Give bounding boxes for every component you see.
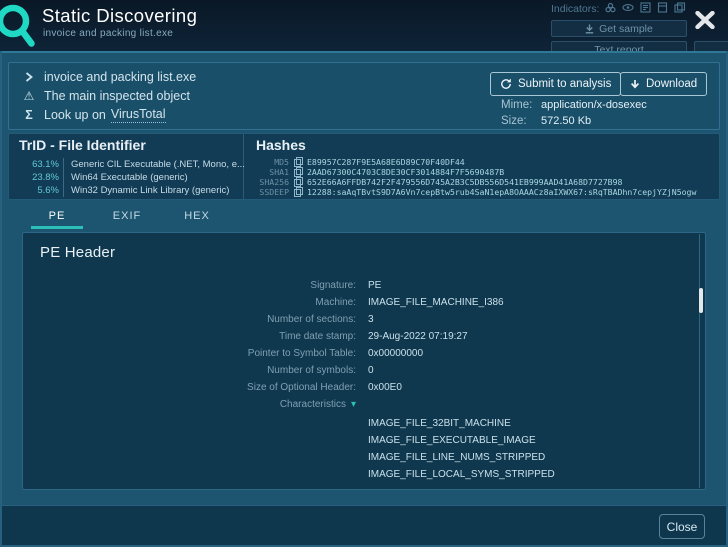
mime-label: Mime: [501, 99, 535, 111]
pe-row-characteristics[interactable]: Characteristics ▾ [23, 396, 705, 413]
chevron-down-icon: ▾ [351, 399, 356, 410]
pe-row-number-of-symbols: Number of symbols: 0 [23, 362, 705, 379]
characteristic-item: IMAGE_FILE_LINE_NUMS_STRIPPED [368, 452, 555, 469]
copy-icon[interactable] [294, 177, 303, 187]
pe-row-machine: Machine: IMAGE_FILE_MACHINE_I386 [23, 294, 705, 311]
copy-icon[interactable] [294, 157, 303, 167]
hash-row-sha1: SHA1 2AAD67300C4703C8DE30CF3014884F7F569… [247, 167, 696, 177]
close-button[interactable]: Close [659, 514, 705, 539]
dialog-title: Static Discovering [42, 5, 197, 27]
refresh-icon [500, 78, 512, 90]
virustotal-lookup-row[interactable]: Σ Look up on VirusTotal [22, 106, 166, 124]
indicators-row: Indicators: [551, 2, 686, 15]
report-list-icon [640, 0, 651, 18]
trid-row: 23.8% Win64 Executable (generic) [9, 171, 245, 184]
characteristic-item: IMAGE_FILE_LOCAL_SYMS_STRIPPED [368, 469, 555, 486]
copy-icon[interactable] [294, 167, 303, 177]
pe-row-signature: Signature: PE [23, 277, 705, 294]
close-dialog-x-icon[interactable] [695, 11, 715, 34]
mime-value: application/x-dosexec [541, 99, 647, 111]
tab-hex[interactable]: HEX [162, 205, 232, 229]
size-value: 572.50 Kb [541, 115, 591, 127]
dialog-footer: Close [0, 505, 728, 547]
size-label: Size: [501, 115, 535, 127]
trid-row: 5.6% Win32 Dynamic Link Library (generic… [9, 184, 245, 197]
hashes-title: Hashes [256, 137, 306, 153]
virustotal-icon: Σ [22, 109, 36, 122]
hash-row-md5: MD5 E89957C287F9E5A68E6D89C70F40DF44 [247, 157, 696, 167]
characteristics-list: IMAGE_FILE_32BIT_MACHINE IMAGE_FILE_EXEC… [368, 418, 555, 486]
download-arrow-icon [630, 79, 640, 90]
identification-panel: TrID - File Identifier 63.1% Generic CIL… [8, 133, 720, 200]
pe-row-time-date-stamp: Time date stamp: 29-Aug-2022 07:19:27 [23, 328, 705, 345]
copy-files-icon [674, 0, 686, 18]
pe-row-size-optional-header: Size of Optional Header: 0x00E0 [23, 379, 705, 396]
active-tab-underline [31, 226, 83, 229]
hash-row-sha256: SHA256 652E66A6FFDB742F2F479556D745A2B3C… [247, 177, 696, 187]
size-row: Size: 572.50 Kb [501, 114, 591, 128]
pe-row-number-of-sections: Number of sections: 3 [23, 311, 705, 328]
submit-to-analysis-button[interactable]: Submit to analysis [490, 72, 621, 96]
tab-exif[interactable]: EXIF [92, 205, 162, 229]
chevron-right-icon [22, 72, 36, 82]
text-file-icon [657, 0, 668, 18]
inspected-object-row: ⚠ The main inspected object [22, 87, 190, 105]
modal-left-border [0, 51, 2, 547]
dialog-header: Static Discovering invoice and packing l… [0, 0, 728, 53]
characteristics-label: Characteristics [280, 399, 346, 410]
copy-icon[interactable] [294, 187, 303, 197]
inspected-object-text: The main inspected object [44, 89, 190, 103]
download-to-line-icon [585, 24, 594, 34]
file-name-row[interactable]: invoice and packing list.exe [22, 68, 196, 86]
lookup-text: Look up on [44, 108, 106, 122]
get-sample-button[interactable]: Get sample [551, 20, 687, 37]
trid-title: TrID - File Identifier [19, 137, 146, 153]
warning-triangle-icon: ⚠ [22, 90, 36, 102]
virustotal-link[interactable]: VirusTotal [111, 107, 166, 123]
characteristic-item: IMAGE_FILE_32BIT_MACHINE [368, 418, 555, 435]
pe-row-pointer-symbol-table: Pointer to Symbol Table: 0x00000000 [23, 345, 705, 362]
mime-row: Mime: application/x-dosexec [501, 98, 647, 112]
tab-pe[interactable]: PE [22, 205, 92, 229]
hash-row-ssdeep: SSDEEP 12288:saAqTBvtS9D7A6Vn7cepBtw5rub… [247, 187, 696, 197]
download-button[interactable]: Download [620, 72, 707, 96]
magnifier-logo-icon [0, 2, 40, 56]
scrollbar-thumb[interactable] [699, 288, 703, 313]
pe-header-title: PE Header [40, 244, 115, 261]
indicators-label: Indicators: [551, 3, 599, 15]
file-name-text: invoice and packing list.exe [44, 70, 196, 84]
trid-rows: 63.1% Generic CIL Executable (.NET, Mono… [9, 158, 245, 197]
eye-icon [622, 0, 634, 18]
file-info-panel: invoice and packing list.exe ⚠ The main … [8, 62, 720, 130]
trid-row: 63.1% Generic CIL Executable (.NET, Mono… [9, 158, 245, 171]
tab-bar: PE EXIF HEX [22, 205, 232, 229]
characteristic-item: IMAGE_FILE_EXECUTABLE_IMAGE [368, 435, 555, 452]
biohazard-icon [605, 0, 616, 18]
dialog-subtitle-filename: invoice and packing list.exe [43, 28, 173, 39]
pe-header-panel: PE Header Signature: PE Machine: IMAGE_F… [22, 232, 706, 490]
pe-header-rows: Signature: PE Machine: IMAGE_FILE_MACHIN… [23, 277, 705, 413]
scrollbar-track[interactable] [699, 234, 700, 488]
